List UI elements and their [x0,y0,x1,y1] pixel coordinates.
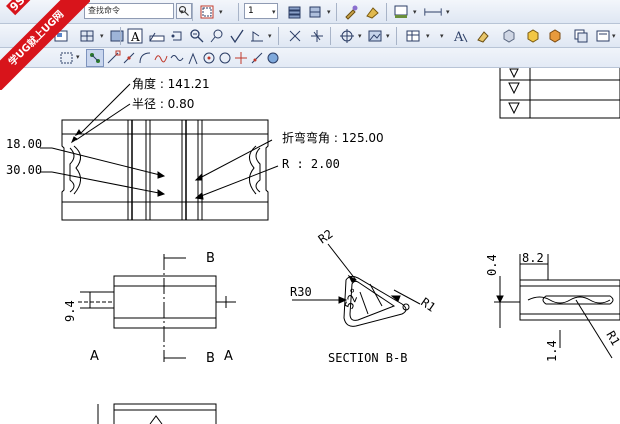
separator [278,27,279,45]
view-label-a-left: A [90,349,99,364]
right-dim-04: 0.4 [485,254,499,276]
separator [396,27,397,45]
bottom-view[interactable] [97,403,217,424]
sheet-dropdown-icon[interactable]: ▾ [413,8,417,16]
section-dim-r1: R1 [418,295,438,315]
svg-text:A: A [453,30,464,44]
cross-icon[interactable] [286,27,304,45]
text-style-icon[interactable]: A [452,27,470,45]
search-icon[interactable] [176,3,192,19]
section-dim-angle: 52° [342,286,363,311]
view-settings-dropdown-icon[interactable]: ▾ [612,32,616,40]
weld-symbol-icon[interactable] [248,27,266,45]
cube-orange-icon[interactable] [546,27,564,45]
work-layer-dropdown-icon[interactable]: ▾ [272,8,276,16]
image-dropdown-icon[interactable]: ▾ [386,32,390,40]
svg-text:A: A [130,30,140,44]
cube-yellow-icon[interactable] [524,27,542,45]
cube-gray-icon[interactable] [500,27,518,45]
angle-callout: 角度 : 141.21 [132,76,210,91]
drawing-sheet-icon[interactable] [392,3,410,21]
drafting-toolbar: ▾ A ▾ ▾ ▾ ▾ ▾ A ▾ [0,24,620,48]
dimension-dropdown-icon[interactable]: ▾ [446,8,450,16]
surface-finish-icon[interactable] [228,27,246,45]
right-dim-14: 1.4 [545,340,559,362]
cut-label-b-top: B [206,251,215,266]
drawing-canvas[interactable]: 角度 : 141.21 半径 : 0.80 18.00 30.00 折弯弯角 :… [0,68,620,424]
section-dim-r30: R30 [290,285,312,299]
layers-dropdown-icon[interactable]: ▾ [327,8,331,16]
snap-intersection-icon[interactable] [264,49,282,67]
more-dropdown-icon[interactable]: ▾ [440,32,444,40]
separator [120,27,121,45]
title-block [499,68,620,119]
shaded-view-icon[interactable] [108,27,126,45]
right-dim-82: 8.2 [522,251,544,265]
zoom-icon[interactable] [188,27,206,45]
view-icon[interactable] [52,27,70,45]
settings-view-icon[interactable] [594,27,612,45]
feature-control-icon[interactable] [148,27,166,45]
bend-radius-callout: R : 2.00 [282,157,340,171]
section-title: SECTION B-B [328,351,407,365]
grid-view-icon[interactable] [78,27,96,45]
layers-icon[interactable] [306,3,324,21]
dimension-icon[interactable] [422,3,444,21]
view-dropdown-icon[interactable]: ▾ [100,32,104,40]
command-search-input[interactable]: 查找命令 [84,3,174,19]
layer-settings-icon[interactable] [198,3,216,21]
stack-icon[interactable] [286,3,304,21]
view-label-a-right: A [224,349,233,364]
edit-tool-icon[interactable] [342,3,360,21]
annotation-dropdown-icon[interactable]: ▾ [268,32,272,40]
separator [336,3,337,21]
section-dim-r2: R2 [316,227,336,247]
balloon-icon[interactable] [208,27,226,45]
right-dim-r1: R1 [603,329,620,349]
table-icon[interactable] [404,27,422,45]
datum-icon[interactable] [168,27,186,45]
cut-label-b-bottom: B [206,351,215,366]
separator [330,27,331,45]
centerline-icon[interactable] [308,27,326,45]
eraser-icon[interactable] [474,27,492,45]
standard-toolbar: 查找命令 ▾ ▾ 1 ▾ ▾ ▾ ▾ [0,0,620,24]
separator [192,3,193,21]
text-note-icon[interactable]: A [126,27,144,45]
copy-view-icon[interactable] [572,27,590,45]
dim-30-callout: 30.00 [6,163,42,177]
layer-dropdown-icon[interactable]: ▾ [219,8,223,16]
separator [238,3,239,21]
center-mark-dropdown-icon[interactable]: ▾ [358,32,362,40]
bend-angle-callout: 折弯弯角 : 125.00 [282,130,384,145]
center-mark-icon[interactable] [338,27,356,45]
select-dropdown-icon[interactable]: ▾ [76,53,80,61]
table-dropdown-icon[interactable]: ▾ [426,32,430,40]
search-dropdown-icon[interactable]: ▾ [180,8,184,16]
dim-18-callout: 18.00 [6,137,42,151]
select-box-icon[interactable] [58,49,76,67]
radius-callout: 半径 : 0.80 [132,97,194,111]
side-view-left[interactable] [78,254,236,362]
image-icon[interactable] [366,27,384,45]
separator [386,3,387,21]
left-dim-94: 9.4 [63,300,77,322]
paint-tool-icon[interactable] [364,3,382,21]
snap-toolbar: ▾ [0,48,620,68]
snap-all-icon[interactable] [86,49,104,67]
